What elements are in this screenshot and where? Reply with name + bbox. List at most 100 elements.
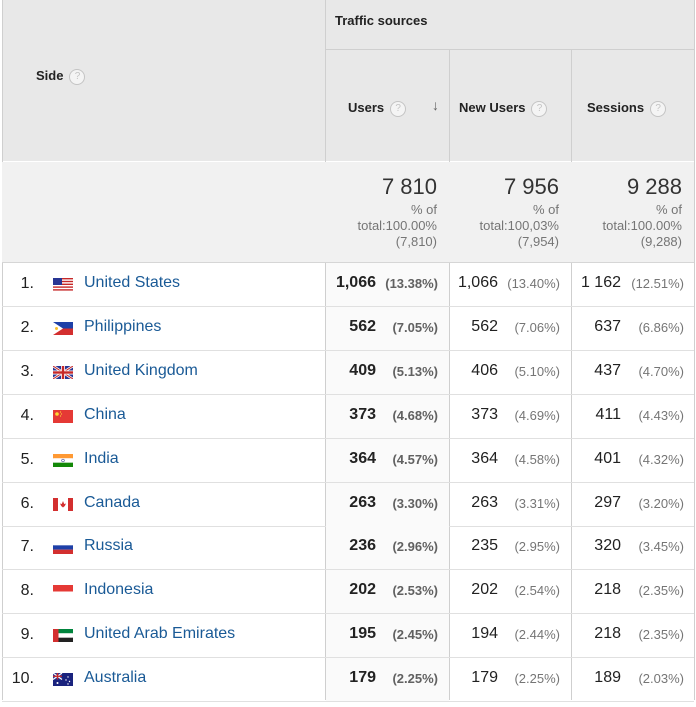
- column-header-side[interactable]: Side?: [36, 68, 86, 85]
- row-rank: 8.: [20, 582, 34, 599]
- country-link[interactable]: China: [84, 406, 126, 424]
- country-link[interactable]: Russia: [84, 537, 133, 555]
- table-row: 3. United Kingdom 409 (5.13%) 406 (5.10%) 437 (…: [0, 351, 696, 394]
- us-flag-icon: [53, 278, 73, 291]
- sessions-value: 411: [595, 406, 621, 423]
- country-link[interactable]: Canada: [84, 494, 140, 512]
- row-rank: 6.: [20, 495, 34, 512]
- row-rank: 3.: [20, 363, 34, 380]
- users-percent: (2.96%): [392, 539, 438, 554]
- sessions-value: 437: [594, 362, 621, 379]
- users-percent: (2.45%): [392, 627, 438, 642]
- column-header-label: Side: [36, 68, 64, 83]
- sessions-value: 218: [594, 581, 621, 598]
- new-users-value: 406: [471, 362, 498, 379]
- row-rank: 7.: [20, 538, 34, 555]
- table-row: 1. United States 1,066 (13.38%) 1,066 (13.40%…: [0, 263, 696, 306]
- country-link[interactable]: Philippines: [84, 318, 161, 336]
- country-link[interactable]: Australia: [84, 669, 146, 687]
- sessions-percent: (6.86%): [638, 320, 684, 335]
- total-caption: (7,954): [517, 234, 559, 249]
- total-new-users: 7 956 % of total:100,03% (7,954): [479, 174, 559, 250]
- users-value: 202: [349, 581, 376, 598]
- users-percent: (7.05%): [392, 320, 438, 335]
- total-caption: % of: [410, 202, 437, 217]
- table-row: 6. Canada 263 (3.30%) 263 (3.31%) 297 (3.20%): [0, 483, 696, 526]
- users-value: 562: [349, 318, 376, 335]
- total-caption: total:100,03%: [479, 218, 559, 233]
- row-rank: 5.: [20, 451, 34, 468]
- users-percent: (2.25%): [392, 671, 438, 686]
- table-row: 2. Philippines 562 (7.05%) 562 (7.06%) 637 (6.8…: [0, 307, 696, 350]
- new-users-percent: (4.69%): [514, 408, 560, 423]
- users-percent: (3.30%): [392, 496, 438, 511]
- column-header-label: Sessions: [587, 100, 645, 115]
- total-caption: total:100.00%: [357, 218, 437, 233]
- sessions-value: 637: [594, 318, 621, 335]
- ca-flag-icon: [53, 498, 73, 511]
- ph-flag-icon: [53, 322, 73, 335]
- users-value: 263: [349, 494, 376, 511]
- row-rank: 1.: [20, 275, 34, 292]
- sessions-value: 320: [594, 537, 621, 554]
- row-rank: 4.: [20, 407, 34, 424]
- total-value: 7 810: [381, 174, 437, 199]
- row-divider: [2, 701, 694, 702]
- totals-row: [2, 162, 694, 262]
- help-icon[interactable]: ?: [69, 69, 86, 85]
- new-users-value: 364: [471, 450, 498, 467]
- country-link[interactable]: United Arab Emirates: [84, 625, 235, 643]
- group-header-traffic-sources: Traffic sources: [335, 13, 428, 28]
- row-rank: 2.: [20, 319, 34, 336]
- users-percent: (2.53%): [392, 583, 438, 598]
- sessions-percent: (3.20%): [638, 496, 684, 511]
- sessions-percent: (2.03%): [638, 671, 684, 686]
- sessions-percent: (4.70%): [638, 364, 684, 379]
- new-users-value: 562: [471, 318, 498, 335]
- country-link[interactable]: United Kingdom: [84, 362, 198, 380]
- country-link[interactable]: India: [84, 450, 119, 468]
- ae-flag-icon: [53, 629, 73, 642]
- users-value: 195: [349, 625, 376, 642]
- uk-flag-icon: [53, 366, 73, 379]
- new-users-value: 263: [471, 494, 498, 511]
- users-percent: (4.57%): [392, 452, 438, 467]
- total-value: 9 288: [626, 174, 682, 199]
- users-value: 409: [349, 362, 376, 379]
- new-users-value: 1,066: [457, 274, 498, 291]
- country-link[interactable]: Indonesia: [84, 581, 153, 599]
- sort-descending-icon[interactable]: ↓: [432, 97, 439, 113]
- column-header-label: New Users: [459, 100, 526, 115]
- table-row: 5. India 364 (4.57%) 364 (4.58%) 401 (4.32%): [0, 439, 696, 482]
- sessions-percent: (2.35%): [638, 583, 684, 598]
- column-header-new-users[interactable]: New Users?: [459, 100, 548, 117]
- sessions-value: 189: [594, 669, 621, 686]
- users-value: 1,066: [335, 274, 376, 291]
- au-flag-icon: [53, 673, 73, 686]
- new-users-value: 202: [471, 581, 498, 598]
- country-link[interactable]: United States: [84, 274, 180, 292]
- row-rank: 10.: [11, 670, 34, 687]
- new-users-percent: (2.25%): [514, 671, 560, 686]
- table-row: 9. United Arab Emirates 195 (2.45%) 194 (2.44…: [0, 614, 696, 657]
- users-percent: (5.13%): [392, 364, 438, 379]
- new-users-percent: (2.54%): [514, 583, 560, 598]
- new-users-value: 373: [471, 406, 498, 423]
- help-icon[interactable]: ?: [390, 101, 407, 117]
- new-users-value: 194: [471, 625, 498, 642]
- new-users-percent: (2.44%): [514, 627, 560, 642]
- table-row: 8. Indonesia 202 (2.53%) 202 (2.54%) 218 (2.35%…: [0, 570, 696, 613]
- divider: [326, 49, 694, 50]
- column-header-label: Users: [348, 100, 385, 115]
- column-header-users[interactable]: Users?: [348, 100, 407, 117]
- sessions-percent: (4.43%): [638, 408, 684, 423]
- new-users-percent: (5.10%): [514, 364, 560, 379]
- users-value: 236: [349, 537, 376, 554]
- new-users-percent: (4.58%): [514, 452, 560, 467]
- total-caption: (9,288): [640, 234, 682, 249]
- total-users: 7 810 % of total:100.00% (7,810): [357, 174, 437, 250]
- users-percent: (4.68%): [392, 408, 438, 423]
- help-icon[interactable]: ?: [650, 101, 667, 117]
- help-icon[interactable]: ?: [531, 101, 548, 117]
- column-header-sessions[interactable]: Sessions?: [587, 100, 667, 117]
